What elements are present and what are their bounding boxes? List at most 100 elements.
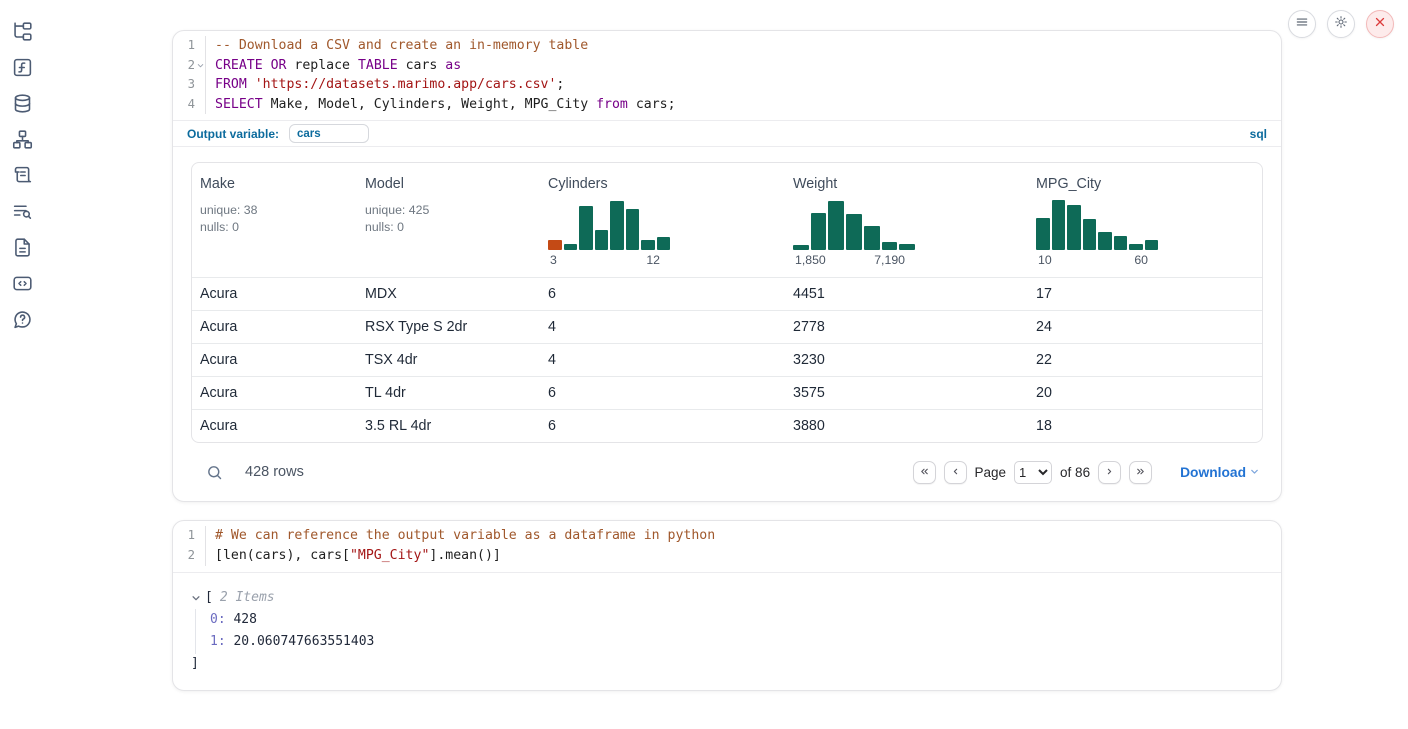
download-button[interactable]: Download <box>1180 464 1260 480</box>
histogram-bar <box>595 230 609 251</box>
scratchpad-icon[interactable] <box>12 165 33 186</box>
first-page-button[interactable] <box>913 461 936 484</box>
variables-icon[interactable] <box>12 57 33 78</box>
file-explorer-icon[interactable] <box>12 21 33 42</box>
tree-entry-value: 20.060747663551403 <box>233 634 374 649</box>
dependency-graph-icon[interactable] <box>12 129 33 150</box>
code-text: # We can reference the output variable a… <box>206 526 715 546</box>
histogram-bar <box>1098 232 1112 251</box>
histogram-bar <box>641 240 655 250</box>
column-name[interactable]: Weight <box>793 176 1020 192</box>
snippets-icon[interactable] <box>12 273 33 294</box>
column-histogram[interactable]: 1,850 7,190 <box>793 198 915 267</box>
histogram-bar <box>1036 218 1050 250</box>
table-cell: Acura <box>192 352 357 368</box>
prev-page-button[interactable] <box>944 461 967 484</box>
page-total-label: of 86 <box>1060 465 1090 480</box>
histogram-bar <box>793 245 809 251</box>
axis-max-label: 60 <box>1134 253 1148 267</box>
python-code-editor[interactable]: 1# We can reference the output variable … <box>173 521 1281 571</box>
help-icon[interactable] <box>12 309 33 330</box>
axis-min-label: 3 <box>550 253 557 267</box>
last-page-button[interactable] <box>1129 461 1152 484</box>
shutdown-button[interactable] <box>1366 10 1394 38</box>
gear-icon <box>1334 15 1348 34</box>
table-row[interactable]: AcuraMDX6445117 <box>192 277 1262 310</box>
table-row[interactable]: Acura3.5 RL 4dr6388018 <box>192 409 1262 442</box>
histogram-bar <box>864 226 880 250</box>
column-name[interactable]: Model <box>365 176 532 192</box>
histogram-axis-labels: 3 12 <box>548 250 670 267</box>
documentation-icon[interactable] <box>12 237 33 258</box>
sql-cell-output: Make unique: 38nulls: 0 Model unique: 425nu… <box>173 146 1281 501</box>
code-text: CREATE OR replace TABLE cars as <box>206 56 461 76</box>
line-number: 2 <box>173 546 206 566</box>
table-header: Make unique: 38nulls: 0 Model unique: 425nu… <box>192 163 1262 277</box>
output-variable-input[interactable] <box>289 124 369 143</box>
table-cell: 4451 <box>785 286 1028 302</box>
histogram-bar <box>1129 244 1143 250</box>
open-bracket: [ <box>205 587 213 609</box>
page-label: Page <box>975 465 1007 480</box>
axis-max-label: 7,190 <box>874 253 905 267</box>
histogram-bar <box>1114 236 1128 250</box>
fold-chevron-icon[interactable] <box>196 61 205 70</box>
column-name[interactable]: Cylinders <box>548 176 777 192</box>
python-code-line: 2[len(cars), cars["MPG_City"].mean()] <box>173 546 1281 566</box>
line-number: 2 <box>173 56 206 76</box>
sql-code-editor[interactable]: 1-- Download a CSV and create an in-memo… <box>173 31 1281 120</box>
menu-icon <box>1295 15 1309 34</box>
axis-min-label: 1,850 <box>795 253 826 267</box>
notebook-controls <box>1288 10 1394 38</box>
histogram-bar <box>846 214 862 250</box>
column-name[interactable]: Make <box>200 176 349 192</box>
settings-button[interactable] <box>1327 10 1355 38</box>
tree-entry-key: 0: <box>210 612 233 627</box>
chevron-left-icon <box>950 465 961 480</box>
page-select[interactable]: 1 <box>1014 461 1052 484</box>
table-cell: 4 <box>540 319 785 335</box>
table-cell: 3.5 RL 4dr <box>357 418 540 434</box>
table-row[interactable]: AcuraTSX 4dr4323022 <box>192 343 1262 376</box>
column-header-model: Model unique: 425nulls: 0 <box>357 163 540 277</box>
table-cell: 20 <box>1028 385 1262 401</box>
logs-icon[interactable] <box>12 201 33 222</box>
histogram-axis-labels: 1,850 7,190 <box>793 250 915 267</box>
chevron-right-icon <box>1104 465 1115 480</box>
axis-max-label: 12 <box>646 253 660 267</box>
column-header-mpg_city: MPG_City 1060 <box>1028 163 1262 277</box>
column-name[interactable]: MPG_City <box>1036 176 1254 192</box>
table-cell: 18 <box>1028 418 1262 434</box>
column-histogram[interactable]: 3 12 <box>548 198 670 267</box>
histogram-bar <box>1083 219 1097 250</box>
histogram-bar <box>899 244 915 251</box>
histogram-bar <box>564 244 578 250</box>
code-text: FROM 'https://datasets.marimo.app/cars.c… <box>206 75 564 95</box>
table-row[interactable]: AcuraTL 4dr6357520 <box>192 376 1262 409</box>
table-cell: 2778 <box>785 319 1028 335</box>
table-row[interactable]: AcuraRSX Type S 2dr4277824 <box>192 310 1262 343</box>
code-text: -- Download a CSV and create an in-memor… <box>206 36 588 56</box>
activity-sidebar <box>0 0 44 729</box>
python-cell: 1# We can reference the output variable … <box>172 520 1282 690</box>
datasources-icon[interactable] <box>12 93 33 114</box>
histogram-bar <box>811 213 827 250</box>
column-histogram[interactable]: 1060 <box>1036 198 1158 267</box>
menu-button[interactable] <box>1288 10 1316 38</box>
histogram-bar <box>828 201 844 250</box>
line-number: 3 <box>173 75 206 95</box>
search-icon[interactable] <box>206 464 223 481</box>
histogram-axis-labels: 1060 <box>1036 250 1158 267</box>
python-cell-output: [ 2 Items 0: 4281: 20.060747663551403 ] <box>173 572 1281 690</box>
table-cell: Acura <box>192 418 357 434</box>
output-tree-entries: 0: 4281: 20.060747663551403 <box>195 609 1263 654</box>
sql-code-line: 2CREATE OR replace TABLE cars as <box>173 56 1281 76</box>
next-page-button[interactable] <box>1098 461 1121 484</box>
collapse-chevron-icon[interactable] <box>191 593 201 603</box>
column-stats: unique: 425nulls: 0 <box>365 202 532 235</box>
column-stats: unique: 38nulls: 0 <box>200 202 349 235</box>
table-cell: 6 <box>540 286 785 302</box>
code-text: [len(cars), cars["MPG_City"].mean()] <box>206 546 501 566</box>
table-cell: 6 <box>540 418 785 434</box>
close-bracket: ] <box>191 654 1263 674</box>
